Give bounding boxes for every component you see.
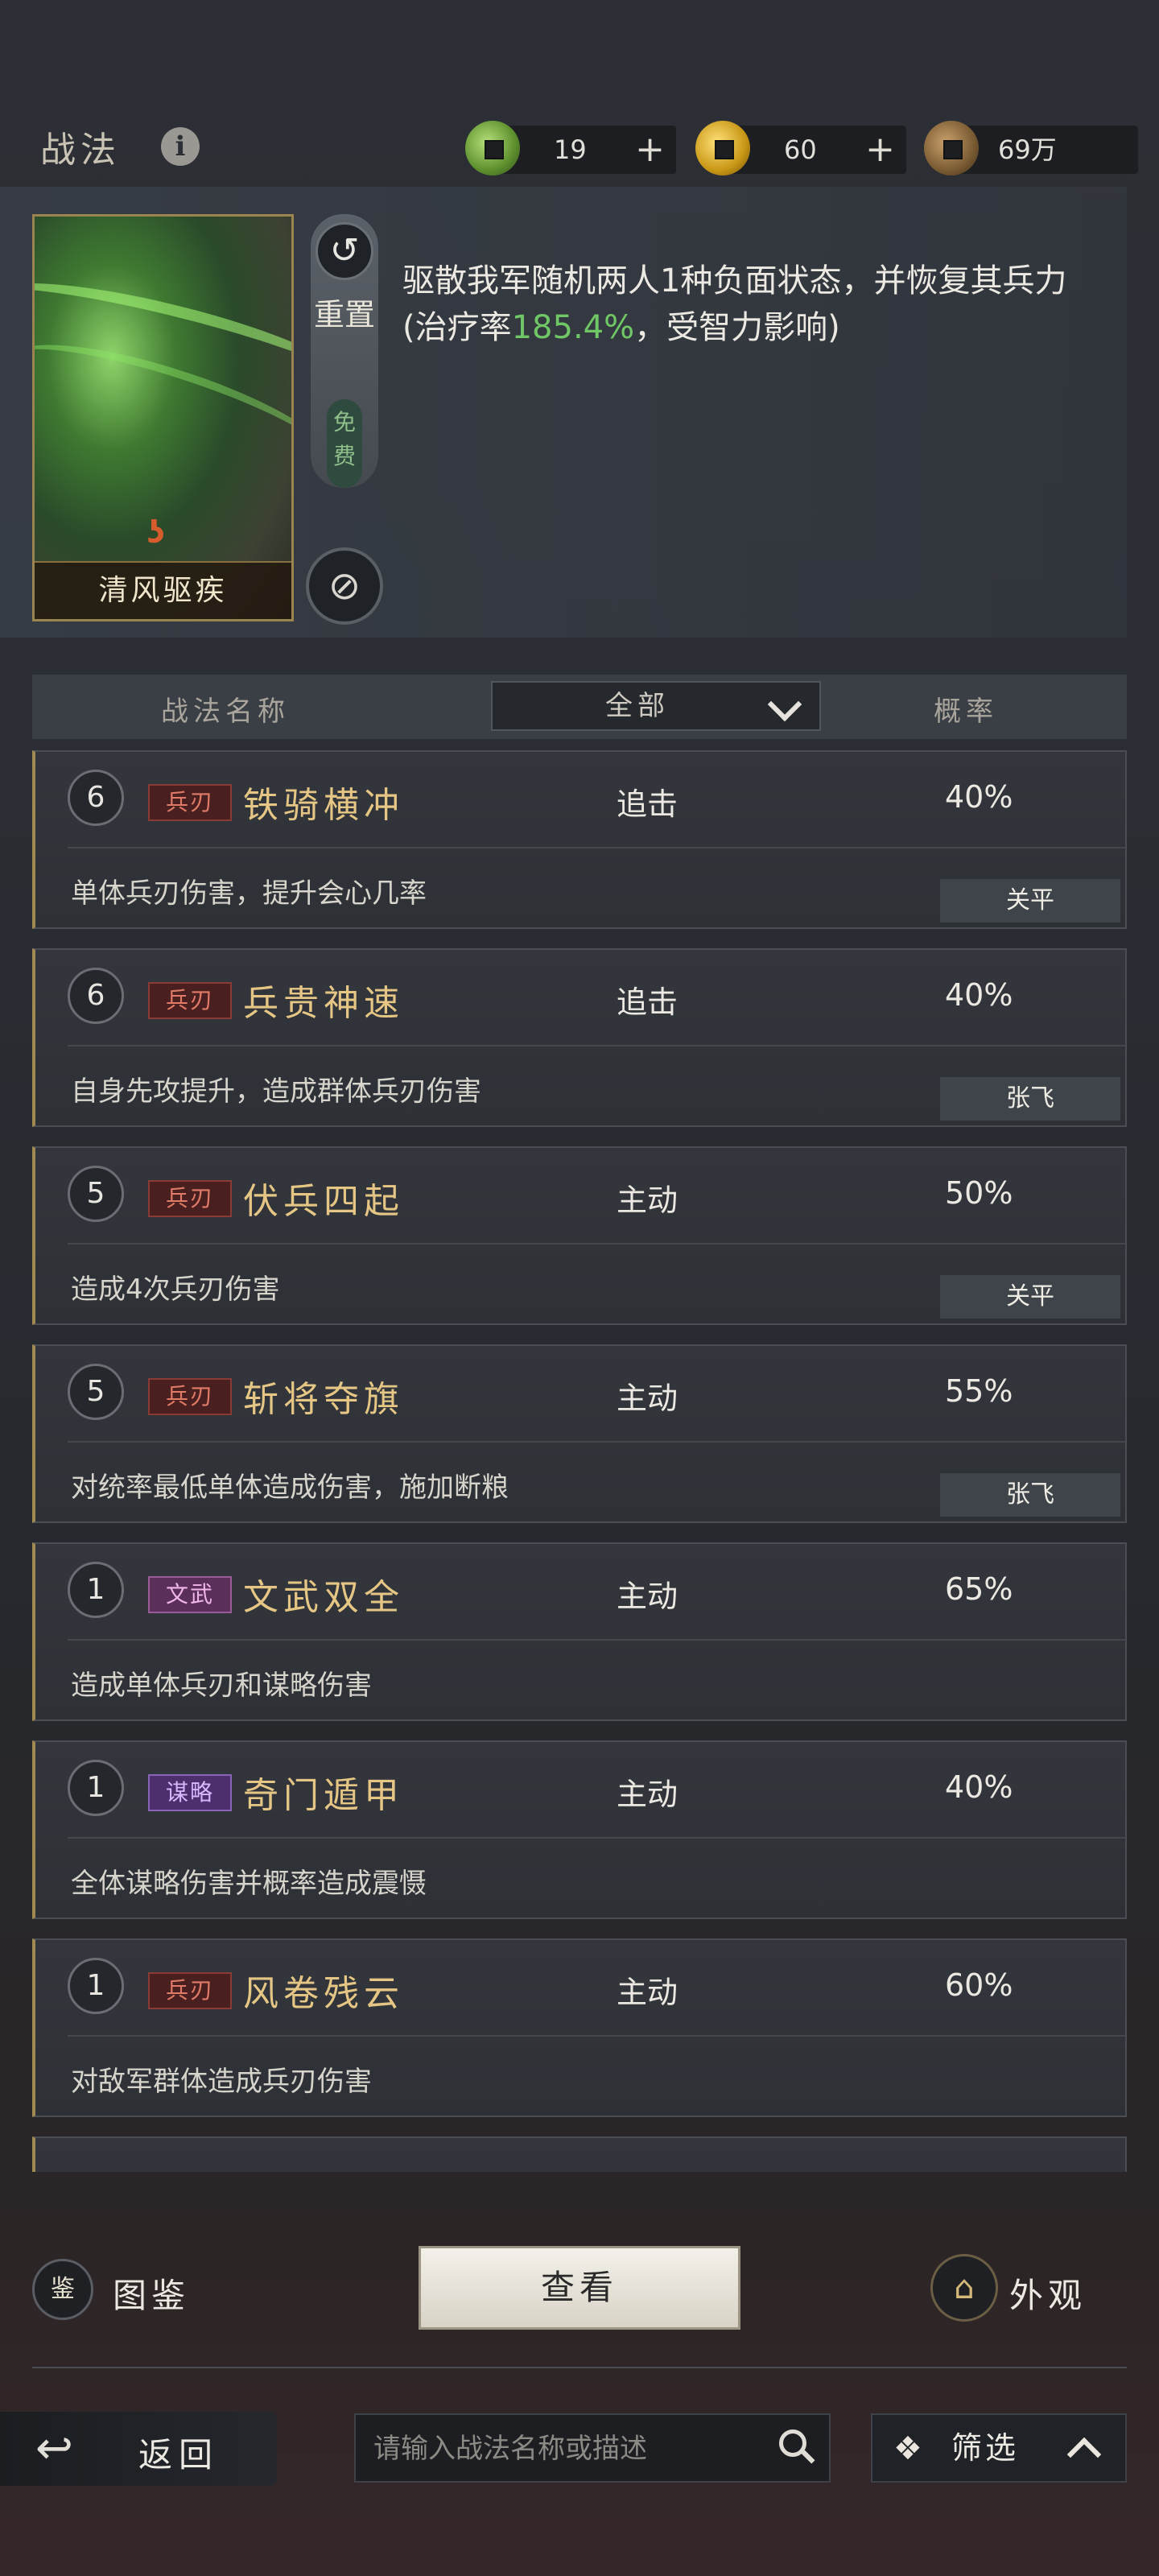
skill-rate: 40% xyxy=(945,1769,1013,1805)
search-icon[interactable] xyxy=(779,2429,806,2457)
level-badge: 1 xyxy=(68,1562,124,1618)
level-badge: 5 xyxy=(68,1364,124,1420)
heal-rate-highlight: 185.4% xyxy=(511,309,635,346)
copper-coin-icon xyxy=(924,121,979,175)
skill-desc: 全体谋略伤害并概率造成震慑 xyxy=(71,1868,427,1900)
filter-button[interactable]: ❖ 筛选 xyxy=(871,2413,1127,2483)
filter-icon: ❖ xyxy=(893,2430,922,2467)
level-badge: 5 xyxy=(68,1166,124,1222)
column-name: 战法名称 xyxy=(161,696,290,728)
skill-type: 主动 xyxy=(617,1975,678,2010)
skill-desc: 对敌军群体造成兵刃伤害 xyxy=(71,2066,372,2098)
jade-coin-icon xyxy=(465,121,520,175)
back-arrow-icon[interactable]: ↩ xyxy=(35,2423,108,2475)
info-icon[interactable]: i xyxy=(161,127,200,166)
skill-name: 斩将夺旗 xyxy=(243,1379,404,1420)
skill-rate: 55% xyxy=(945,1373,1013,1409)
back-label[interactable]: 返回 xyxy=(138,2428,219,2477)
skill-rate: 40% xyxy=(945,977,1013,1013)
skill-list[interactable]: 6 兵刃 铁骑横冲 追击 40% 单体兵刃伤害，提升会心几率 关平 6 兵刃 兵… xyxy=(32,750,1127,2172)
hero-badge: 关平 xyxy=(940,1275,1120,1319)
card-mark: ʖ xyxy=(147,514,165,550)
hero-badge: 张飞 xyxy=(940,1077,1120,1121)
category-tag: 兵刃 xyxy=(148,784,232,821)
skill-name: 伏兵四起 xyxy=(243,1181,404,1222)
skill-row[interactable]: 6 兵刃 兵贵神速 追击 40% 自身先攻提升，造成群体兵刃伤害 张飞 xyxy=(32,948,1127,1127)
appearance-icon[interactable]: ⌂ xyxy=(930,2254,998,2322)
skill-type: 追击 xyxy=(617,985,678,1020)
chevron-up-icon xyxy=(1066,2437,1102,2472)
level-badge: 6 xyxy=(68,770,124,826)
reset-button[interactable]: 重置 xyxy=(311,296,378,333)
skill-name: 兵贵神速 xyxy=(243,983,404,1024)
skill-rate: 60% xyxy=(945,1967,1013,2003)
free-badge: 免费 xyxy=(327,399,362,488)
skill-type: 主动 xyxy=(617,1579,678,1614)
skill-description: 驱散我军随机两人1种负面状态，并恢复其兵力(治疗率185.4%，受智力影响) xyxy=(402,262,1067,346)
skill-rate: 65% xyxy=(945,1571,1013,1607)
page-title: 战法 xyxy=(40,130,121,171)
gold-value: 60 xyxy=(784,134,817,165)
hero-badge: 张飞 xyxy=(940,1473,1120,1517)
jade-value: 19 xyxy=(554,134,587,165)
category-tag: 谋略 xyxy=(148,1774,232,1811)
skill-rate: 40% xyxy=(945,779,1013,815)
filter-label: 筛选 xyxy=(951,2430,1020,2466)
gold-add-button[interactable]: + xyxy=(865,126,895,174)
skill-type: 追击 xyxy=(617,786,678,822)
type-filter-value: 全部 xyxy=(605,690,670,722)
gold-coin-icon xyxy=(695,121,750,175)
divider xyxy=(32,2367,1127,2368)
jade-add-button[interactable]: + xyxy=(635,126,665,174)
atlas-button[interactable]: 图鉴 xyxy=(113,2268,190,2318)
skill-desc: 单体兵刃伤害，提升会心几率 xyxy=(71,877,427,910)
skill-card[interactable]: ʖ 清风驱疾 xyxy=(32,214,294,621)
type-filter-select[interactable]: 全部 xyxy=(491,681,821,731)
skill-name: 文武双全 xyxy=(243,1577,404,1618)
category-tag: 兵刃 xyxy=(148,1378,232,1415)
resource-jade: 19 + xyxy=(465,121,676,175)
skill-row[interactable]: 5 兵刃 斩将夺旗 主动 55% 对统率最低单体造成伤害，施加断粮 张飞 xyxy=(32,1344,1127,1523)
search-box[interactable] xyxy=(354,2413,831,2483)
skill-name: 风卷残云 xyxy=(243,1973,404,2014)
level-badge: 6 xyxy=(68,968,124,1024)
search-input[interactable] xyxy=(372,2415,753,2483)
skill-row[interactable]: 1 兵刃 风卷残云 主动 60% 对敌军群体造成兵刃伤害 xyxy=(32,1938,1127,2117)
skill-rate: 50% xyxy=(945,1175,1013,1211)
column-rate: 概率 xyxy=(934,696,998,728)
skill-desc: 造成单体兵刃和谋略伤害 xyxy=(71,1670,372,1702)
skill-row-partial[interactable] xyxy=(32,2136,1127,2172)
skill-row[interactable]: 1 文武 文武双全 主动 65% 造成单体兵刃和谋略伤害 xyxy=(32,1542,1127,1721)
level-badge: 1 xyxy=(68,1958,124,2014)
hero-badge: 关平 xyxy=(940,879,1120,923)
category-tag: 兵刃 xyxy=(148,1180,232,1217)
skill-row[interactable]: 5 兵刃 伏兵四起 主动 50% 造成4次兵刃伤害 关平 xyxy=(32,1146,1127,1325)
level-badge: 1 xyxy=(68,1760,124,1816)
skill-desc: 自身先攻提升，造成群体兵刃伤害 xyxy=(71,1075,481,1108)
skill-type: 主动 xyxy=(617,1777,678,1812)
skill-desc: 对统率最低单体造成伤害，施加断粮 xyxy=(71,1472,509,1504)
card-name: 清风驱疾 xyxy=(35,561,291,619)
skill-row[interactable]: 1 谋略 奇门遁甲 主动 40% 全体谋略伤害并概率造成震慑 xyxy=(32,1740,1127,1919)
atlas-icon[interactable]: 鉴 xyxy=(32,2259,93,2320)
category-tag: 文武 xyxy=(148,1576,232,1613)
no-lock-icon[interactable]: ⊘ xyxy=(306,547,383,625)
skill-name: 铁骑横冲 xyxy=(243,785,404,826)
skill-type: 主动 xyxy=(617,1183,678,1218)
category-tag: 兵刃 xyxy=(148,982,232,1019)
category-tag: 兵刃 xyxy=(148,1972,232,2009)
skill-name: 奇门遁甲 xyxy=(243,1775,404,1816)
resource-gold: 60 + xyxy=(695,121,906,175)
copper-value: 69万 xyxy=(998,134,1057,165)
view-button[interactable]: 查看 xyxy=(419,2246,740,2330)
skill-desc: 造成4次兵刃伤害 xyxy=(71,1274,280,1306)
appearance-button[interactable]: 外观 xyxy=(1009,2268,1087,2318)
resource-copper: 69万 xyxy=(924,121,1138,175)
skill-type: 主动 xyxy=(617,1381,678,1416)
skill-row[interactable]: 6 兵刃 铁骑横冲 追击 40% 单体兵刃伤害，提升会心几率 关平 xyxy=(32,750,1127,929)
reset-icon[interactable]: ↺ xyxy=(316,222,373,280)
